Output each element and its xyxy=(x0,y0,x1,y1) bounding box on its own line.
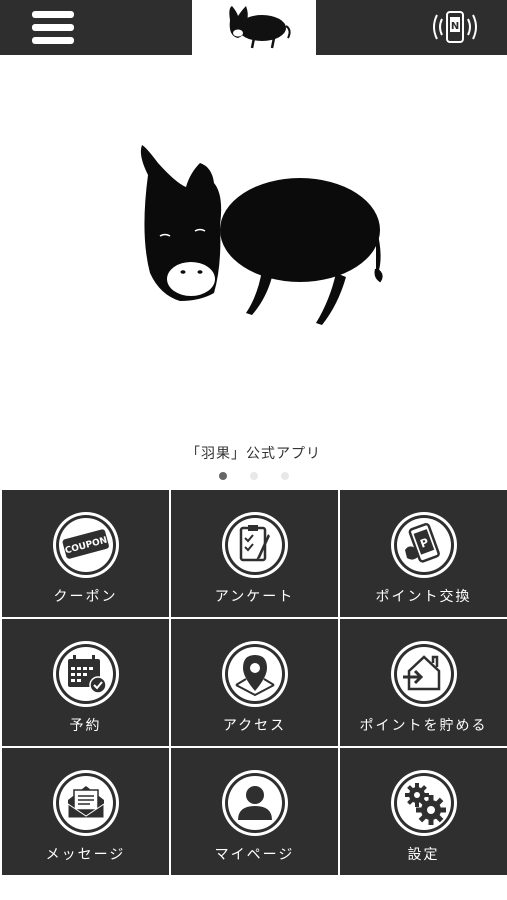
point-exchange-icon: P xyxy=(390,512,457,578)
menu-tile-point-exchange[interactable]: P ポイント交換 xyxy=(340,490,507,617)
user-profile-icon xyxy=(221,770,288,836)
message-envelope-icon xyxy=(52,770,119,836)
survey-clipboard-icon xyxy=(221,512,288,578)
menu-tile-reservation[interactable]: 予約 xyxy=(2,619,169,746)
slide-dot-1[interactable] xyxy=(219,472,227,480)
coupon-icon: COUPON xyxy=(52,512,119,578)
slide-dot-3[interactable] xyxy=(281,472,289,480)
menu-label: メッセージ xyxy=(45,847,126,863)
menu-label: マイページ xyxy=(214,847,295,863)
donkey-illustration xyxy=(140,145,383,325)
hero-slider[interactable] xyxy=(0,55,507,430)
svg-text:N: N xyxy=(451,21,459,32)
menu-label: 予約 xyxy=(69,718,102,734)
menu-tile-earn-points[interactable]: ポイントを貯める xyxy=(340,619,507,746)
menu-tile-access[interactable]: アクセス xyxy=(171,619,338,746)
calendar-reservation-icon xyxy=(52,641,119,707)
menu-label: アクセス xyxy=(222,718,287,734)
menu-label: クーポン xyxy=(53,589,118,605)
settings-gears-icon xyxy=(390,770,457,836)
menu-tile-settings[interactable]: 設定 xyxy=(340,748,507,875)
donkey-logo-icon[interactable] xyxy=(192,0,316,55)
hero-caption: 「羽果」公式アプリ xyxy=(186,446,321,462)
menu-tile-message[interactable]: メッセージ xyxy=(2,748,169,875)
menu-label: 設定 xyxy=(407,847,440,863)
menu-tile-coupon[interactable]: COUPON クーポン xyxy=(2,490,169,617)
slide-indicator xyxy=(0,470,507,482)
menu-tile-survey[interactable]: アンケート xyxy=(171,490,338,617)
nfc-phone-icon[interactable]: N xyxy=(428,8,482,46)
menu-label: アンケート xyxy=(214,589,295,605)
point-checkin-icon xyxy=(390,641,457,707)
map-pin-icon xyxy=(221,641,288,707)
menu-label: ポイント交換 xyxy=(375,589,472,605)
slide-dot-2[interactable] xyxy=(250,472,258,480)
main-menu-grid: COUPON クーポン アンケート P ポイント交換 予約 アクセス ポイントを… xyxy=(0,488,507,878)
hamburger-menu-icon[interactable] xyxy=(28,8,78,48)
menu-label: ポイントを貯める xyxy=(359,718,488,734)
menu-tile-mypage[interactable]: マイページ xyxy=(171,748,338,875)
top-bar: N xyxy=(0,0,507,55)
